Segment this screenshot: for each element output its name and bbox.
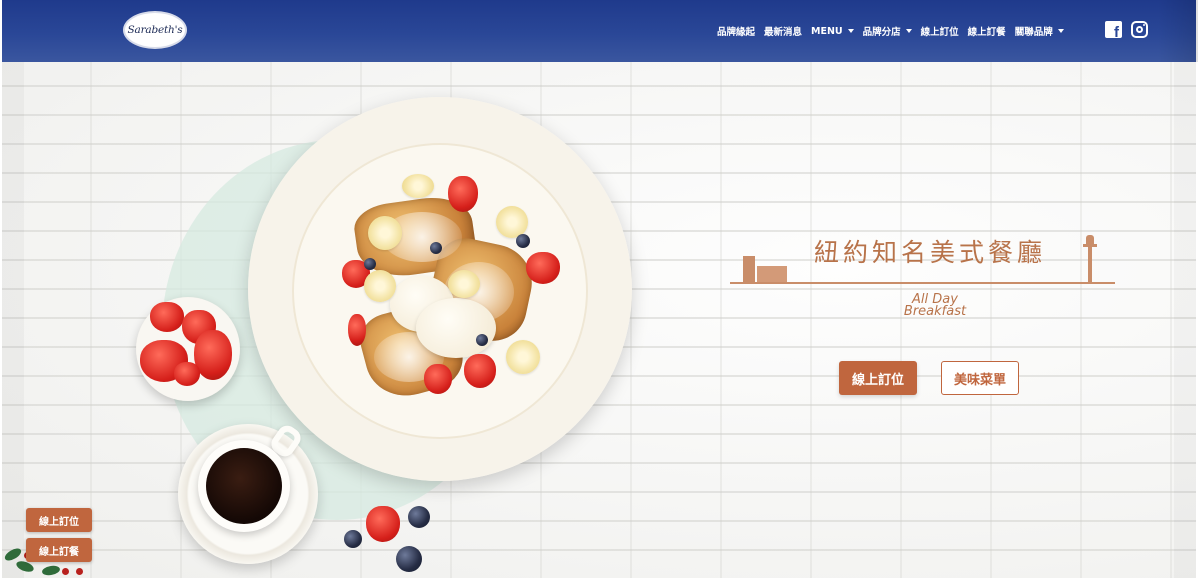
nav-label: 線上訂餐 [967,27,1006,38]
nav-label: MENU [811,25,843,37]
nav-item-branches[interactable]: 品牌分店 [863,24,912,38]
blueberry [344,530,362,548]
facebook-icon[interactable]: f [1105,21,1122,40]
main-nav: 品牌緣起 最新消息 MENU 品牌分店 線上訂位 線上訂餐 關聯品牌 [717,24,1073,38]
nav-label: 品牌分店 [862,27,901,38]
nav-label: 關聯品牌 [1014,27,1053,38]
strawberry [526,252,560,284]
blueberry [516,234,530,248]
floating-order-button[interactable]: 線上訂餐 [26,538,92,562]
blueberry [476,334,488,346]
header-corner-shadow [1158,0,1198,62]
strawberry [174,362,200,386]
hero-section: 紐約知名美式餐廳 All Day Breakfast 線上訂位 美味菜單 [2,62,1196,578]
brand-logo-text: Sarabeth's [127,24,183,36]
coffee [206,448,282,524]
menu-button[interactable]: 美味菜單 [941,361,1019,395]
banana-slice [402,174,434,198]
strawberry [150,302,184,332]
blueberry [364,258,376,270]
subtitle-line-2: Breakfast [903,304,967,319]
cream-dollop [416,298,496,358]
tower-illustration [1083,235,1097,283]
hero-edge-left [2,62,24,578]
nav-label: 線上訂位 [920,27,959,38]
nav-label: 品牌緣起 [717,27,756,38]
building-illustration [743,256,787,284]
nav-item-order[interactable]: 線上訂餐 [968,24,1006,38]
nav-item-reserve[interactable]: 線上訂位 [921,24,959,38]
hero-edge-right [1174,62,1196,578]
chevron-down-icon [1057,29,1064,33]
banana-slice [364,270,396,302]
site-header: Sarabeth's 品牌緣起 最新消息 MENU 品牌分店 線上訂位 線上訂餐… [2,0,1198,62]
chevron-down-icon [905,29,912,33]
banana-slice [506,340,540,374]
instagram-icon[interactable] [1131,21,1148,38]
hero-tagline: 紐約知名美式餐廳 [814,238,1047,267]
blueberry [408,506,430,528]
nav-item-brand-story[interactable]: 品牌緣起 [717,24,755,38]
blueberry [430,242,442,254]
nav-label: 最新消息 [764,27,803,38]
reserve-button[interactable]: 線上訂位 [839,361,917,395]
strawberry [464,354,496,388]
nav-item-menu[interactable]: MENU [811,26,854,37]
banana-slice [448,270,480,298]
nav-item-related-brands[interactable]: 關聯品牌 [1015,24,1064,38]
hero-subtitle: All Day Breakfast [890,293,980,319]
nav-item-news[interactable]: 最新消息 [764,24,802,38]
strawberry [424,364,452,394]
blueberry [396,546,422,572]
strawberry [448,176,478,212]
strawberry [366,506,400,542]
brand-logo[interactable]: Sarabeth's [123,11,187,49]
tagline-underline [730,282,1115,284]
floating-reserve-button[interactable]: 線上訂位 [26,508,92,532]
banana-slice [368,216,402,250]
chevron-down-icon [847,29,854,33]
strawberry [348,314,366,346]
page-frame: Sarabeth's 品牌緣起 最新消息 MENU 品牌分店 線上訂位 線上訂餐… [0,0,1200,578]
